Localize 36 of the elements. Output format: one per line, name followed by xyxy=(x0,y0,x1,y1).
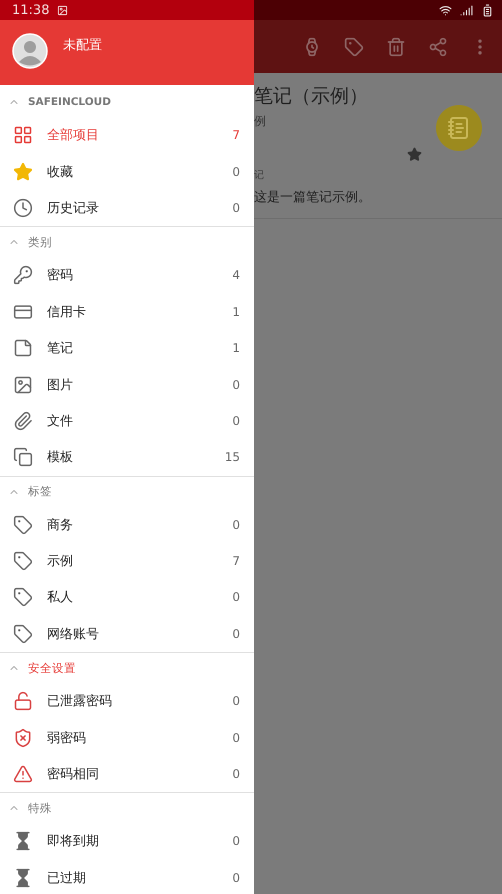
paperclip-icon xyxy=(13,410,33,431)
wifi-icon xyxy=(439,4,452,16)
tag-icon xyxy=(13,587,33,608)
section-title: 特殊 xyxy=(28,800,52,816)
note-icon xyxy=(13,338,33,358)
tag-icon xyxy=(13,514,33,535)
warning-icon xyxy=(13,764,33,784)
section-title: 类别 xyxy=(28,234,52,250)
section-title: 标签 xyxy=(28,484,52,500)
copy-icon xyxy=(13,447,33,468)
field-label: 记 xyxy=(254,169,265,182)
battery-icon xyxy=(481,4,494,16)
delete-icon[interactable] xyxy=(386,36,406,56)
section-title: 安全设置 xyxy=(28,660,76,676)
card-subtitle: 例 xyxy=(254,113,267,130)
image-icon xyxy=(13,374,33,395)
key-icon xyxy=(13,265,33,286)
signal-icon xyxy=(460,4,473,16)
tag-icon[interactable] xyxy=(344,36,364,56)
clock-icon xyxy=(13,198,33,218)
status-time: 11:38 xyxy=(12,2,50,18)
avatar-icon xyxy=(12,33,48,69)
shield-icon xyxy=(13,728,33,748)
tag-icon xyxy=(13,551,33,572)
notification-icon xyxy=(57,4,68,16)
section-title: SAFEINCLOUD xyxy=(28,96,111,108)
grid-icon xyxy=(13,125,33,146)
tag-icon xyxy=(13,624,33,644)
note-type-badge xyxy=(436,105,482,151)
star-icon xyxy=(13,162,33,182)
lock-icon xyxy=(13,691,33,712)
field-value: 这是一篇笔记示例。 xyxy=(254,189,372,206)
card-title: 笔记（示例） xyxy=(254,84,369,109)
star-icon xyxy=(407,147,422,162)
share-icon[interactable] xyxy=(428,36,448,56)
account-name: 未配置 xyxy=(63,37,102,54)
